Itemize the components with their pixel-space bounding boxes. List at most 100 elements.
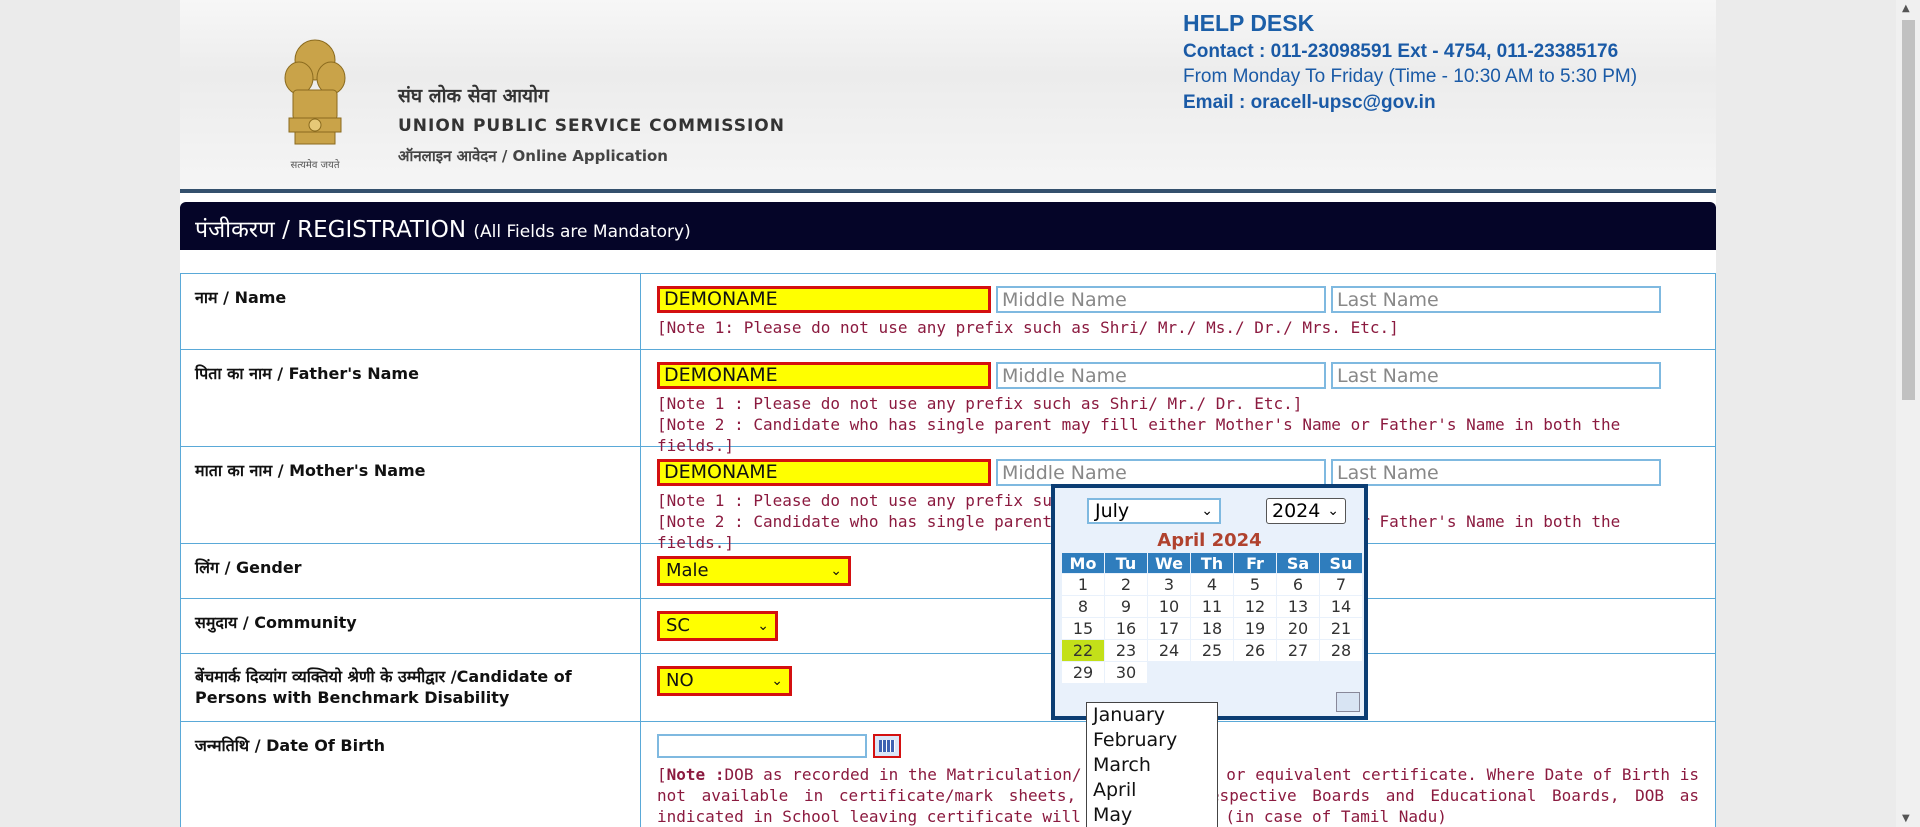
org-name-english: UNION PUBLIC SERVICE COMMISSION [398,116,785,136]
registration-form: नाम / Name DEMONAME Middle Name Last Name … [180,273,1716,827]
calendar-empty-cell [1190,661,1234,684]
chevron-down-icon: ⌄ [1201,503,1213,519]
national-emblem-icon: सत्यमेव जयते [284,39,346,171]
community-select[interactable]: SC ⌄ [657,611,778,641]
registration-title: पंजीकरण / REGISTRATION [195,217,467,243]
gender-select[interactable]: Male ⌄ [657,556,851,586]
row-name: नाम / Name DEMONAME Middle Name Last Name … [180,274,1716,350]
father-middle-name-input[interactable]: Middle Name [996,362,1326,389]
calendar-day[interactable]: 29 [1061,661,1105,684]
row-father-name: पिता का नाम / Father's Name DEMONAME Midd… [180,350,1716,455]
community-value: SC [666,615,690,636]
calendar-day[interactable]: 18 [1190,617,1234,640]
month-option[interactable]: April [1093,778,1217,803]
first-name-input[interactable]: DEMONAME [657,286,991,313]
calendar-day[interactable]: 7 [1319,573,1363,596]
row-gender: लिंग / Gender Male ⌄ [180,544,1716,599]
mother-name-label: माता का नाम / Mother's Name [181,447,641,543]
scroll-up-icon[interactable]: ▲ [1902,3,1910,14]
calendar-month-select[interactable]: July ⌄ [1087,498,1221,524]
calendar-day[interactable]: 17 [1147,617,1191,640]
scroll-down-icon[interactable]: ▼ [1902,813,1910,824]
calendar-day[interactable]: 23 [1104,639,1148,662]
calendar-day[interactable]: 16 [1104,617,1148,640]
father-name-label: पिता का नाम / Father's Name [181,350,641,446]
calendar-weekday: Fr [1233,552,1277,574]
middle-name-input[interactable]: Middle Name [996,286,1326,313]
name-fields: DEMONAME Middle Name Last Name [Note 1: Pl… [641,274,1715,349]
chevron-down-icon: ⌄ [830,563,842,579]
calendar-day[interactable]: 14 [1319,595,1363,618]
mother-middle-name-input[interactable]: Middle Name [996,459,1326,486]
calendar-day[interactable]: 1 [1061,573,1105,596]
org-title: संघ लोक सेवा आयोग UNION PUBLIC SERVICE C… [398,82,785,166]
mother-last-name-input[interactable]: Last Name [1331,459,1661,486]
registration-subtitle: (All Fields are Mandatory) [473,222,691,242]
calendar-month-title: April 2024 [1157,530,1262,551]
online-application-label: ऑनलाइन आवेदन / Online Application [398,147,668,165]
calendar-day[interactable]: 25 [1190,639,1234,662]
scrollbar-thumb[interactable] [1902,20,1915,400]
calendar-empty-cell [1319,661,1363,684]
mother-first-name-input[interactable]: DEMONAME [657,459,991,486]
help-desk-email: Email : oracell-upsc@gov.in [1183,92,1436,113]
help-desk-contact: Contact : 011-23098591 Ext - 4754, 011-2… [1183,41,1619,62]
calendar-day[interactable]: 28 [1319,639,1363,662]
disability-value: NO [666,670,694,691]
dob-label: जन्मतिथि / Date Of Birth [181,722,641,827]
gender-value: Male [666,560,709,581]
calendar-day[interactable]: 9 [1104,595,1148,618]
month-option[interactable]: May [1093,803,1217,827]
calendar-year-select[interactable]: 2024 ⌄ [1266,498,1346,524]
calendar-day[interactable]: 30 [1104,661,1148,684]
calendar-close-icon[interactable] [1336,692,1360,712]
registration-banner: पंजीकरण / REGISTRATION (All Fields are M… [180,202,1716,250]
disability-label: बेंचमार्क दिव्यांग व्यक्तियो श्रेणी के उ… [181,654,641,721]
father-note-1: [Note 1 : Please do not use any prefix s… [657,394,1303,413]
row-dob: जन्मतिथि / Date Of Birth [Note :DOB as r… [180,722,1716,827]
dob-note-bold: Note : [666,765,725,784]
calendar-day[interactable]: 19 [1233,617,1277,640]
calendar-day[interactable]: 11 [1190,595,1234,618]
calendar-button[interactable] [873,734,901,758]
calendar-day[interactable]: 24 [1147,639,1191,662]
calendar-empty-cell [1147,661,1191,684]
calendar-day[interactable]: 6 [1276,573,1320,596]
dob-input[interactable] [657,734,867,758]
org-name-hindi: संघ लोक सेवा आयोग [398,85,549,107]
calendar-day[interactable]: 12 [1233,595,1277,618]
calendar-day[interactable]: 5 [1233,573,1277,596]
calendar-day[interactable]: 15 [1061,617,1105,640]
calendar-day[interactable]: 4 [1190,573,1234,596]
calendar-day[interactable]: 21 [1319,617,1363,640]
month-option[interactable]: January [1093,703,1217,728]
help-desk-title: HELP DESK [1183,10,1315,36]
calendar-day[interactable]: 27 [1276,639,1320,662]
calendar-day[interactable]: 2 [1104,573,1148,596]
chevron-down-icon: ⌄ [757,618,769,634]
calendar-day[interactable]: 22 [1061,639,1105,662]
father-last-name-input[interactable]: Last Name [1331,362,1661,389]
gender-label: लिंग / Gender [181,544,641,598]
calendar-icon [879,740,895,752]
calendar-day[interactable]: 3 [1147,573,1191,596]
calendar-grid: Mo Tu We Th Fr Sa Su 1 2 3 4 5 6 7 8 9 10 11 12 13 14 15 16 17… [1061,552,1363,684]
calendar-day[interactable]: 26 [1233,639,1277,662]
month-option[interactable]: March [1093,753,1217,778]
father-first-name-input[interactable]: DEMONAME [657,362,991,389]
row-mother-name: माता का नाम / Mother's Name DEMONAME Midd… [180,447,1716,552]
calendar-day[interactable]: 8 [1061,595,1105,618]
calendar-day[interactable]: 20 [1276,617,1320,640]
last-name-input[interactable]: Last Name [1331,286,1661,313]
calendar-month-value: July [1095,500,1130,522]
calendar-weekday: Sa [1276,552,1320,574]
chevron-down-icon: ⌄ [1327,503,1339,519]
calendar-empty-cell [1276,661,1320,684]
disability-select[interactable]: NO ⌄ [657,666,792,696]
father-name-fields: DEMONAME Middle Name Last Name [Note 1 : P… [641,350,1715,455]
calendar-day[interactable]: 10 [1147,595,1191,618]
month-option[interactable]: February [1093,728,1217,753]
row-disability: बेंचमार्क दिव्यांग व्यक्तियो श्रेणी के उ… [180,654,1716,722]
vertical-scrollbar[interactable]: ▲ ▼ [1896,0,1920,827]
calendar-day[interactable]: 13 [1276,595,1320,618]
